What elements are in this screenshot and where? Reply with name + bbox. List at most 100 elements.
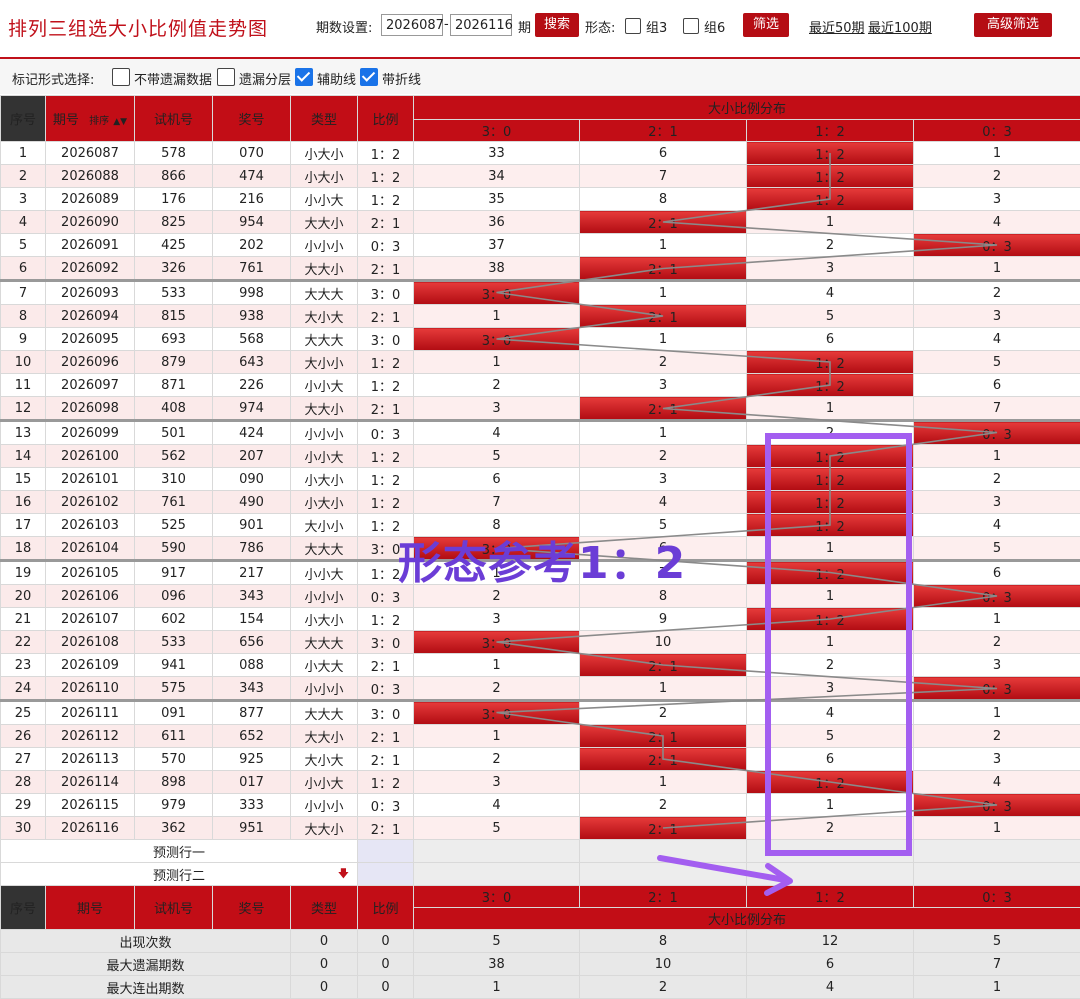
sort-label[interactable]: 排序 bbox=[89, 116, 109, 127]
footer-col-ratio: 比例 bbox=[358, 886, 414, 930]
table-row: 302026116362951大大小2：152：121 bbox=[1, 817, 1080, 840]
stats-value: 0 bbox=[358, 953, 414, 976]
page-title: 排列三组选大小比例值走势图 bbox=[8, 14, 268, 41]
missing-count-cell: 1 bbox=[414, 305, 580, 328]
predict-cell[interactable] bbox=[914, 840, 1080, 863]
missing-count-cell: 2 bbox=[914, 281, 1080, 305]
row-ratio: 1：2 bbox=[358, 608, 414, 631]
row-period: 2026092 bbox=[46, 257, 135, 281]
missing-count-cell: 2 bbox=[414, 748, 580, 771]
period-label: 期数设置: bbox=[316, 17, 372, 36]
row-draw-number: 490 bbox=[213, 491, 291, 514]
missing-count-cell: 6 bbox=[414, 468, 580, 491]
footer-col-index: 序号 bbox=[1, 886, 46, 930]
hit-cell: 1：2 bbox=[747, 165, 914, 188]
predict-row-2: 预测行二 🡇 bbox=[1, 863, 1080, 886]
row-type: 小大小 bbox=[291, 165, 358, 188]
missing-count-cell: 3 bbox=[747, 257, 914, 281]
aux-line-checkbox[interactable] bbox=[295, 68, 313, 86]
col-period[interactable]: 期号 排序 ▲▼ bbox=[46, 96, 135, 142]
missing-count-cell: 3 bbox=[414, 608, 580, 631]
row-type: 小大小 bbox=[291, 491, 358, 514]
sort-arrows-icon[interactable]: ▲▼ bbox=[113, 117, 127, 127]
col-ratio-21: 2：1 bbox=[580, 120, 747, 142]
missing-count-cell: 4 bbox=[914, 514, 1080, 537]
row-index: 20 bbox=[1, 585, 46, 608]
row-period: 2026087 bbox=[46, 142, 135, 165]
predict-cell[interactable] bbox=[580, 863, 747, 886]
row-draw-number: 424 bbox=[213, 421, 291, 445]
row-draw-number: 070 bbox=[213, 142, 291, 165]
row-period: 2026088 bbox=[46, 165, 135, 188]
arrow-down-icon[interactable]: 🡇 bbox=[338, 865, 349, 884]
row-draw-number: 652 bbox=[213, 725, 291, 748]
row-type: 大小小 bbox=[291, 514, 358, 537]
hit-cell: 2：1 bbox=[580, 654, 747, 677]
row-test-number: 879 bbox=[135, 351, 213, 374]
missing-count-cell: 7 bbox=[580, 165, 747, 188]
group3-checkbox[interactable] bbox=[625, 18, 641, 34]
row-draw-number: 925 bbox=[213, 748, 291, 771]
col-ratio-12: 1：2 bbox=[747, 120, 914, 142]
no-missing-label: 不带遗漏数据 bbox=[134, 69, 212, 88]
row-test-number: 176 bbox=[135, 188, 213, 211]
missing-count-cell: 1 bbox=[580, 771, 747, 794]
missing-count-cell: 10 bbox=[580, 631, 747, 654]
predict-cell[interactable] bbox=[414, 863, 580, 886]
predict-cell[interactable] bbox=[914, 863, 1080, 886]
hit-cell: 2：1 bbox=[580, 725, 747, 748]
filter-button[interactable]: 筛选 bbox=[743, 13, 789, 37]
row-test-number: 898 bbox=[135, 771, 213, 794]
polyline-checkbox[interactable] bbox=[360, 68, 378, 86]
search-button[interactable]: 搜索 bbox=[535, 13, 579, 37]
predict-cell[interactable] bbox=[358, 863, 414, 886]
period-from-input[interactable]: 2026087 bbox=[381, 14, 443, 36]
advanced-filter-button[interactable]: 高级筛选 bbox=[974, 13, 1052, 37]
recent50-link[interactable]: 最近50期 bbox=[809, 17, 865, 36]
missing-count-cell: 2 bbox=[414, 677, 580, 701]
table-row: 32026089176216小小大1：23581：23 bbox=[1, 188, 1080, 211]
row-period: 2026090 bbox=[46, 211, 135, 234]
stats-value: 2 bbox=[580, 976, 747, 999]
table-row: 22026088866474小大小1：23471：22 bbox=[1, 165, 1080, 188]
recent100-link[interactable]: 最近100期 bbox=[868, 17, 932, 36]
period-to-input[interactable]: 2026116 bbox=[450, 14, 512, 36]
predict-cell[interactable] bbox=[414, 840, 580, 863]
missing-count-cell: 5 bbox=[414, 817, 580, 840]
col-ratio: 比例 bbox=[358, 96, 414, 142]
stats-value: 7 bbox=[914, 953, 1080, 976]
table-row: 122026098408974大大小2：132：117 bbox=[1, 397, 1080, 421]
stats-label: 最大遗漏期数 bbox=[1, 953, 291, 976]
predict-cell[interactable] bbox=[747, 863, 914, 886]
missing-count-cell: 3 bbox=[914, 305, 1080, 328]
table-row: 232026109941088小大大2：112：123 bbox=[1, 654, 1080, 677]
stats-value: 1 bbox=[414, 976, 580, 999]
table-row: 222026108533656大大大3：03：01012 bbox=[1, 631, 1080, 654]
missing-count-cell: 2 bbox=[914, 165, 1080, 188]
no-missing-checkbox[interactable] bbox=[112, 68, 130, 86]
row-test-number: 091 bbox=[135, 701, 213, 725]
row-index: 2 bbox=[1, 165, 46, 188]
row-draw-number: 216 bbox=[213, 188, 291, 211]
row-index: 3 bbox=[1, 188, 46, 211]
predict-cell[interactable] bbox=[580, 840, 747, 863]
missing-layer-checkbox[interactable] bbox=[217, 68, 235, 86]
row-type: 小小小 bbox=[291, 234, 358, 257]
row-period: 2026107 bbox=[46, 608, 135, 631]
row-period: 2026104 bbox=[46, 537, 135, 561]
col-type: 类型 bbox=[291, 96, 358, 142]
missing-count-cell: 1 bbox=[580, 328, 747, 351]
group6-checkbox[interactable] bbox=[683, 18, 699, 34]
missing-count-cell: 34 bbox=[414, 165, 580, 188]
missing-count-cell: 2 bbox=[580, 445, 747, 468]
row-draw-number: 343 bbox=[213, 677, 291, 701]
row-test-number: 525 bbox=[135, 514, 213, 537]
missing-count-cell: 4 bbox=[580, 491, 747, 514]
row-ratio: 3：0 bbox=[358, 631, 414, 654]
aux-line-label: 辅助线 bbox=[317, 69, 356, 88]
row-test-number: 425 bbox=[135, 234, 213, 257]
stats-value: 5 bbox=[414, 930, 580, 953]
missing-layer-label: 遗漏分层 bbox=[239, 69, 291, 88]
predict-cell[interactable] bbox=[358, 840, 414, 863]
row-test-number: 693 bbox=[135, 328, 213, 351]
